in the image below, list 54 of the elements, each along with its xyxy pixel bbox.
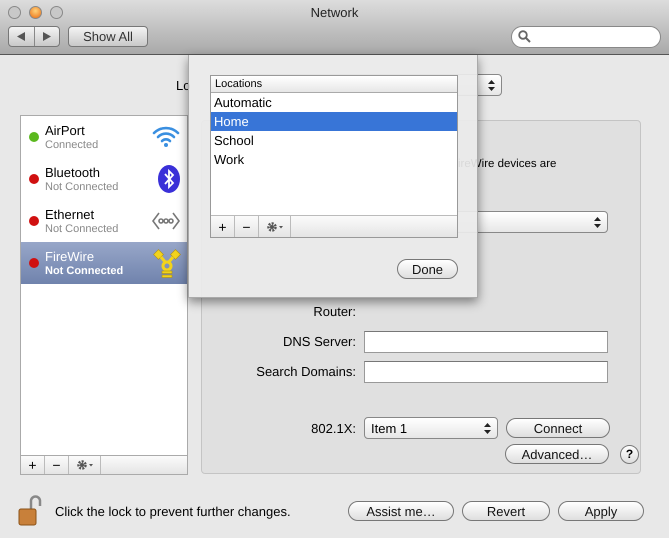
- bluetooth-icon: [157, 164, 181, 194]
- location-item[interactable]: Work: [211, 150, 457, 169]
- location-item[interactable]: Automatic: [211, 93, 457, 112]
- remove-button[interactable]: −: [235, 216, 259, 237]
- service-item[interactable]: AirPort Connected: [21, 116, 187, 158]
- back-arrow-icon: [17, 32, 26, 41]
- service-status: Not Connected: [45, 264, 124, 278]
- show-all-button[interactable]: Show All: [68, 26, 148, 47]
- stepper-icon: [484, 422, 491, 434]
- help-button[interactable]: ?: [620, 444, 639, 464]
- footer-button[interactable]: Assist me…: [348, 501, 454, 521]
- footer-button[interactable]: Revert: [462, 501, 550, 521]
- stepper-icon: [488, 80, 495, 90]
- close-button[interactable]: [8, 6, 21, 18]
- wifi-icon: [151, 124, 181, 150]
- advanced-button[interactable]: Advanced…: [505, 444, 609, 464]
- input-field[interactable]: [364, 331, 608, 353]
- service-item[interactable]: Ethernet Not Connected: [21, 200, 187, 242]
- firewire-icon: [153, 248, 181, 278]
- search-icon: [518, 30, 531, 43]
- stepper-icon: [594, 216, 601, 228]
- field-label: Search Domains:: [255, 363, 356, 381]
- service-status: Connected: [45, 138, 100, 152]
- service-status: Not Connected: [45, 222, 120, 236]
- footer-button[interactable]: Apply: [558, 501, 644, 521]
- connect-button[interactable]: Connect: [506, 418, 610, 438]
- add-button[interactable]: +: [21, 456, 45, 474]
- field-label: DNS Server:: [282, 333, 356, 351]
- done-button[interactable]: Done: [397, 259, 458, 279]
- input-field[interactable]: [364, 361, 608, 383]
- remove-button[interactable]: −: [45, 456, 69, 474]
- location-item[interactable]: School: [211, 131, 457, 150]
- add-button[interactable]: +: [211, 216, 235, 237]
- field-label: 802.1X:: [310, 420, 356, 436]
- ethernet-icon: [151, 210, 181, 232]
- column-header: Locations: [211, 76, 457, 93]
- service-name: FireWire: [45, 248, 96, 264]
- gear-icon: [76, 459, 94, 471]
- window-title: Network: [310, 4, 358, 20]
- search-field[interactable]: [511, 26, 661, 48]
- lock-text: Click the lock to prevent further changes.: [55, 504, 292, 518]
- service-item[interactable]: Bluetooth Not Connected: [21, 158, 187, 200]
- forward-arrow-icon: [42, 32, 51, 41]
- service-status: Not Connected: [45, 180, 120, 194]
- service-name: AirPort: [45, 122, 86, 138]
- location-item[interactable]: Home: [211, 112, 457, 131]
- service-name: Bluetooth: [45, 164, 101, 180]
- gear-icon: [266, 220, 284, 232]
- field-label: Router:: [312, 303, 356, 321]
- zoom-button[interactable]: [50, 6, 63, 18]
- service-name: Ethernet: [45, 206, 96, 222]
- minimize-button[interactable]: [29, 6, 42, 18]
- auth-popup[interactable]: Item 1: [364, 417, 498, 439]
- lock-icon: [18, 495, 42, 527]
